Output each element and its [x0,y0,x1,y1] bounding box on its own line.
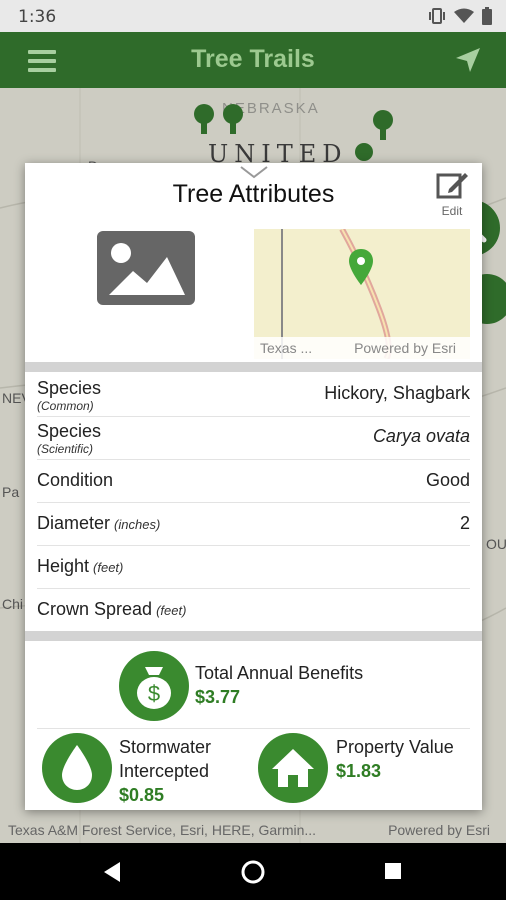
battery-icon [482,7,492,25]
attribute-unit: (inches) [114,517,161,532]
attribute-unit: (feet) [93,560,124,575]
total-benefits-label: Total Annual Benefits [195,663,364,683]
attribute-value: Hickory, Shagbark [324,383,470,403]
attribute-sublabel: (Scientific) [37,442,94,456]
mini-map-attribution-left: Texas ... [260,340,313,356]
mini-map-attribution-right[interactable]: Powered by Esri [354,340,456,356]
mini-map[interactable]: Texas ... Powered by Esri [254,229,470,359]
mini-map-attribution: Texas ... Powered by Esri [254,337,470,359]
attribute-label: Species [37,378,102,398]
property-value-label: Property Value [336,737,454,757]
money-bag-icon: $ [119,651,189,721]
back-icon[interactable] [102,861,122,883]
chevron-down-icon[interactable] [239,165,269,179]
tree-marker-icon[interactable] [369,110,397,142]
stormwater-label-line1: Stormwater [119,737,212,757]
attribute-label: Diameter [37,513,111,533]
system-nav-bar [0,843,506,900]
wifi-icon [454,8,474,23]
attribute-value: 2 [459,513,470,533]
attribute-label: Condition [37,470,114,490]
navigation-arrow-icon[interactable] [454,46,482,74]
tree-marker-icon[interactable] [350,142,378,162]
status-icons [428,7,492,25]
tree-marker-icon[interactable] [219,104,247,136]
map-label-chi: Chi [2,596,24,612]
attribute-label-group: Height (feet) [37,556,123,577]
map-attribution: Texas A&M Forest Service, Esri, HERE, Ga… [0,820,506,842]
attribute-sublabel: (Common) [37,399,94,413]
tree-attributes-card: Tree Attributes Edit Texas ... Powered b… [25,163,482,810]
attribute-row-species-common: Species (Common) Hickory, Shagbark [37,374,470,417]
stormwater-label-line2: Intercepted [119,761,210,781]
map-attribution-right[interactable]: Powered by Esri [388,822,490,838]
edit-button[interactable]: Edit [432,169,472,218]
recents-icon[interactable] [384,862,402,880]
status-bar: 1:36 [0,0,506,32]
status-time: 1:36 [18,7,57,27]
photo-placeholder-icon[interactable] [97,231,195,305]
attribute-label-group: Crown Spread (feet) [37,599,186,620]
attribute-label: Crown Spread [37,599,153,619]
attribute-row-crown-spread: Crown Spread (feet) [37,589,470,632]
section-divider [25,362,482,372]
tree-marker-icon[interactable] [190,104,218,136]
attribute-value: Carya ovata [372,426,470,446]
house-icon [258,733,328,803]
attribute-row-species-scientific: Species (Scientific) Carya ovata [37,417,470,460]
total-benefits-value: $3.77 [195,687,241,707]
attribute-label: Height [37,556,90,576]
attribute-row-height: Height (feet) [37,546,470,589]
map-label-pa: Pa [2,484,20,500]
edit-icon [436,173,468,199]
app-bar: Tree Trails [0,32,506,88]
card-title: Tree Attributes [172,180,335,208]
attribute-unit: (feet) [156,603,187,618]
benefits-divider [37,728,470,729]
property-value-value: $1.83 [336,761,382,781]
map-label-ou: OU [486,536,506,552]
vibrate-icon [429,8,445,24]
svg-text:$: $ [148,681,160,706]
location-pin-icon [349,249,373,285]
stormwater-value: $0.85 [119,785,165,805]
app-title: Tree Trails [191,45,315,73]
section-divider [25,631,482,641]
home-icon[interactable] [240,859,266,885]
attribute-row-diameter: Diameter (inches) 2 [37,503,470,546]
attribute-row-condition: Condition Good [37,460,470,503]
edit-label: Edit [441,204,463,218]
attribute-value: Good [425,470,470,490]
attribute-label-group: Diameter (inches) [37,513,160,534]
attribute-label: Species [37,421,102,441]
map-attribution-left: Texas A&M Forest Service, Esri, HERE, Ga… [8,822,317,838]
water-drop-icon [42,733,112,803]
